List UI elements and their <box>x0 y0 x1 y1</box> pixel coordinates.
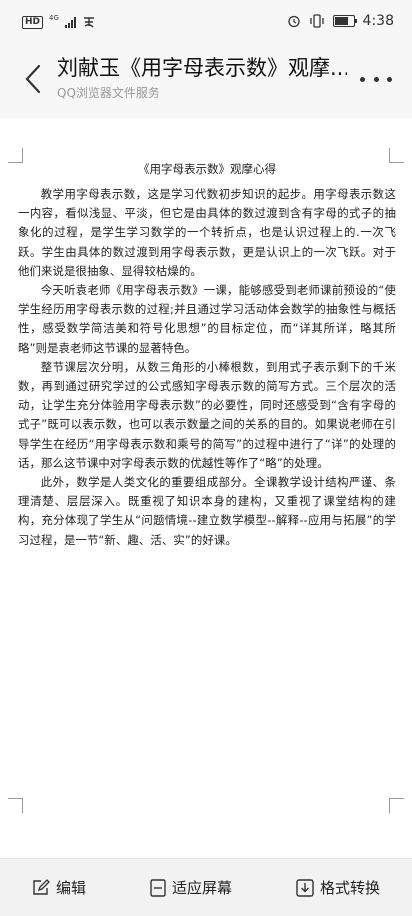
document-viewer[interactable]: 《用字母表示数》观摩心得 教学用字母表示数，这是学习代数初步知识的起步。用字母表… <box>0 118 412 858</box>
page-title: 刘献玉《用字母表示数》观摩... <box>57 56 347 80</box>
fit-screen-button[interactable]: 适应屏幕 <box>150 877 232 898</box>
edit-label: 编辑 <box>55 879 86 897</box>
document-page: 《用字母表示数》观摩心得 教学用字母表示数，这是学习代数初步知识的起步。用字母表… <box>18 160 396 550</box>
fit-screen-label: 适应屏幕 <box>171 879 232 897</box>
bottom-toolbar: 编辑 适应屏幕 格式转换 <box>0 858 412 916</box>
alarm-icon <box>287 15 300 28</box>
battery-icon <box>332 15 357 27</box>
crop-mark <box>389 798 404 813</box>
download-convert-icon <box>296 878 314 897</box>
document-title: 《用字母表示数》观摩心得 <box>138 162 276 176</box>
document-paragraph: 教学用字母表示数，这是学习代数初步知识的起步。用字母表示数这一内容，看似浅显、平… <box>18 187 396 278</box>
pay-icon <box>83 17 94 28</box>
page-subtitle: QQ浏览器文件服务 <box>57 86 160 100</box>
edit-icon <box>33 878 50 895</box>
format-convert-button[interactable]: 格式转换 <box>296 877 380 898</box>
status-bar: HD 4G 4:38 <box>0 0 412 46</box>
document-paragraph: 今天听袁老师《用字母表示数》一课，能够感受到老师课前预设的“使学生经历用字母表示… <box>18 283 396 355</box>
fit-screen-icon <box>150 878 166 897</box>
more-button[interactable] <box>360 68 392 90</box>
signal-icon <box>64 16 76 28</box>
format-convert-label: 格式转换 <box>319 879 380 897</box>
status-left: HD 4G <box>22 14 96 29</box>
back-button[interactable] <box>18 58 48 100</box>
status-right: 4:38 <box>287 13 394 29</box>
more-horizontal-icon <box>360 76 365 82</box>
vibrate-icon <box>309 14 324 28</box>
document-paragraph: 整节课层次分明，从数三角形的小棒根数，到用式子表示剩下的千米数，再到通过研究学过… <box>18 359 396 470</box>
document-paragraph: 此外，数学是人类文化的重要组成部分。全课教学设计结构严谨、条理清楚、层层深入。既… <box>18 475 396 547</box>
network-type: 4G <box>49 14 59 22</box>
app-header: 刘献玉《用字母表示数》观摩... QQ浏览器文件服务 <box>0 46 412 118</box>
crop-mark <box>8 798 23 813</box>
chevron-left-icon <box>25 64 41 94</box>
edit-button[interactable]: 编辑 <box>32 877 86 898</box>
hd-badge: HD <box>22 15 44 29</box>
clock: 4:38 <box>362 13 394 29</box>
